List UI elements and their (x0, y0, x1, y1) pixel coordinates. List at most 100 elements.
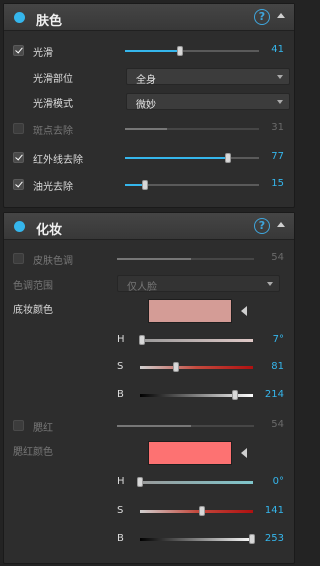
smooth-mode-label: 光滑模式 (33, 99, 73, 110)
smooth-mode-dropdown[interactable]: 微妙 (126, 93, 290, 111)
help-icon[interactable]: ? (254, 9, 270, 25)
blush-color-arrow-icon[interactable] (241, 448, 247, 458)
infrared-slider-handle[interactable] (225, 153, 232, 163)
blush-saturation-letter: S (117, 505, 124, 516)
collapse-icon[interactable] (277, 222, 285, 227)
smooth-label: 光滑 (33, 48, 53, 59)
blush-brightness-row: B 253 (4, 531, 294, 549)
blush-brightness-slider[interactable] (140, 534, 255, 544)
foundation-brightness-row: B 214 (4, 387, 294, 405)
foundation-brightness-handle[interactable] (231, 390, 238, 400)
blush-hue-row: H 0° (4, 474, 294, 492)
tone-range-label: 色调范围 (13, 281, 53, 292)
skin-tone-row: 皮肤色调 54 (4, 250, 294, 268)
smooth-checkbox[interactable] (13, 45, 24, 56)
makeup-panel: 化妆 ? 皮肤色调 54 色调范围 仅人脸 底妆颜色 H 7° S 81 B 2… (3, 212, 295, 564)
foundation-color-swatch[interactable] (148, 299, 232, 323)
chevron-down-icon (267, 282, 273, 286)
skin-tone-label: 皮肤色调 (33, 256, 73, 267)
smooth-area-dropdown[interactable]: 全身 (126, 68, 290, 86)
foundation-saturation-letter: S (117, 361, 124, 372)
smooth-area-row: 光滑部位 全身 (4, 68, 294, 86)
blush-label: 腮红 (33, 423, 53, 434)
blush-saturation-value: 141 (264, 505, 284, 516)
tone-range-selected: 仅人脸 (127, 282, 157, 293)
infrared-slider-fill (125, 157, 229, 159)
blush-slider[interactable] (117, 425, 254, 427)
infrared-value: 77 (271, 151, 284, 162)
chevron-down-icon (277, 75, 283, 79)
skin-tone-value: 54 (271, 252, 284, 263)
infrared-row: 红外线去除 77 (4, 149, 294, 167)
foundation-brightness-letter: B (117, 389, 124, 400)
checkmark-icon (15, 45, 23, 54)
blush-brightness-handle[interactable] (248, 534, 255, 544)
blush-saturation-slider[interactable] (140, 506, 253, 516)
spot-removal-checkbox[interactable] (13, 123, 24, 134)
blush-brightness-letter: B (117, 533, 124, 544)
checkmark-icon (15, 179, 23, 188)
foundation-brightness-slider[interactable] (140, 390, 253, 400)
foundation-color-arrow-icon[interactable] (241, 306, 247, 316)
shine-slider[interactable] (125, 180, 259, 190)
spot-removal-slider[interactable] (125, 128, 259, 130)
shine-row: 油光去除 15 (4, 176, 294, 194)
skin-tone-checkbox[interactable] (13, 253, 24, 264)
foundation-brightness-value: 214 (264, 389, 284, 400)
blush-brightness-value: 253 (264, 533, 284, 544)
foundation-hue-row: H 7° (4, 332, 294, 350)
spot-removal-row: 斑点去除 31 (4, 120, 294, 138)
blush-saturation-row: S 141 (4, 503, 294, 521)
foundation-hue-handle[interactable] (139, 335, 146, 345)
smooth-row: 光滑 41 (4, 42, 294, 60)
skin-panel-title: 肤色 (36, 14, 63, 29)
foundation-color-label: 底妆颜色 (13, 305, 53, 316)
makeup-panel-header[interactable]: 化妆 ? (4, 213, 294, 240)
smooth-value: 41 (271, 44, 284, 55)
collapse-icon[interactable] (277, 13, 285, 18)
spot-removal-value: 31 (271, 122, 284, 133)
foundation-saturation-handle[interactable] (173, 362, 180, 372)
chevron-down-icon (277, 100, 283, 104)
foundation-hue-slider[interactable] (139, 335, 253, 345)
shine-value: 15 (271, 178, 284, 189)
spot-removal-slider-fill (125, 128, 167, 130)
blush-color-swatch[interactable] (148, 441, 232, 465)
blush-checkbox[interactable] (13, 420, 24, 431)
smooth-slider-handle[interactable] (176, 46, 183, 56)
blush-hue-letter: H (117, 476, 125, 487)
foundation-saturation-value: 81 (271, 361, 284, 372)
smooth-area-selected: 全身 (136, 75, 156, 86)
smooth-slider-fill (125, 50, 180, 52)
help-icon[interactable]: ? (254, 218, 270, 234)
blush-row: 腮红 54 (4, 417, 294, 435)
blush-saturation-handle[interactable] (199, 506, 206, 516)
smooth-area-label: 光滑部位 (33, 74, 73, 85)
tone-range-dropdown[interactable]: 仅人脸 (117, 275, 280, 293)
foundation-saturation-slider[interactable] (140, 362, 253, 372)
shine-label: 油光去除 (33, 182, 73, 193)
blush-hue-value: 0° (272, 476, 284, 487)
makeup-panel-title: 化妆 (36, 223, 63, 238)
skin-tone-slider[interactable] (117, 258, 254, 260)
tone-range-row: 色调范围 仅人脸 (4, 275, 294, 293)
infrared-label: 红外线去除 (33, 155, 83, 166)
spot-removal-label: 斑点去除 (33, 126, 73, 137)
infrared-checkbox[interactable] (13, 152, 24, 163)
skin-panel-header[interactable]: 肤色 ? (4, 4, 294, 31)
shine-slider-handle[interactable] (142, 180, 149, 190)
skin-panel: 肤色 ? 光滑 41 光滑部位 全身 光滑模式 微妙 斑点去除 31 红外线去除… (3, 3, 295, 208)
foundation-hue-value: 7° (272, 334, 284, 345)
smooth-slider[interactable] (125, 46, 259, 56)
checkmark-icon (15, 152, 23, 161)
blush-color-label: 腮红颜色 (13, 447, 53, 458)
blush-hue-slider[interactable] (137, 477, 253, 487)
shine-checkbox[interactable] (13, 179, 24, 190)
makeup-status-dot-icon (14, 221, 25, 232)
blush-hue-handle[interactable] (137, 477, 143, 487)
blush-slider-fill (117, 425, 191, 427)
blush-value: 54 (271, 419, 284, 430)
foundation-saturation-row: S 81 (4, 359, 294, 377)
skin-status-dot-icon (14, 12, 25, 23)
infrared-slider[interactable] (125, 153, 259, 163)
